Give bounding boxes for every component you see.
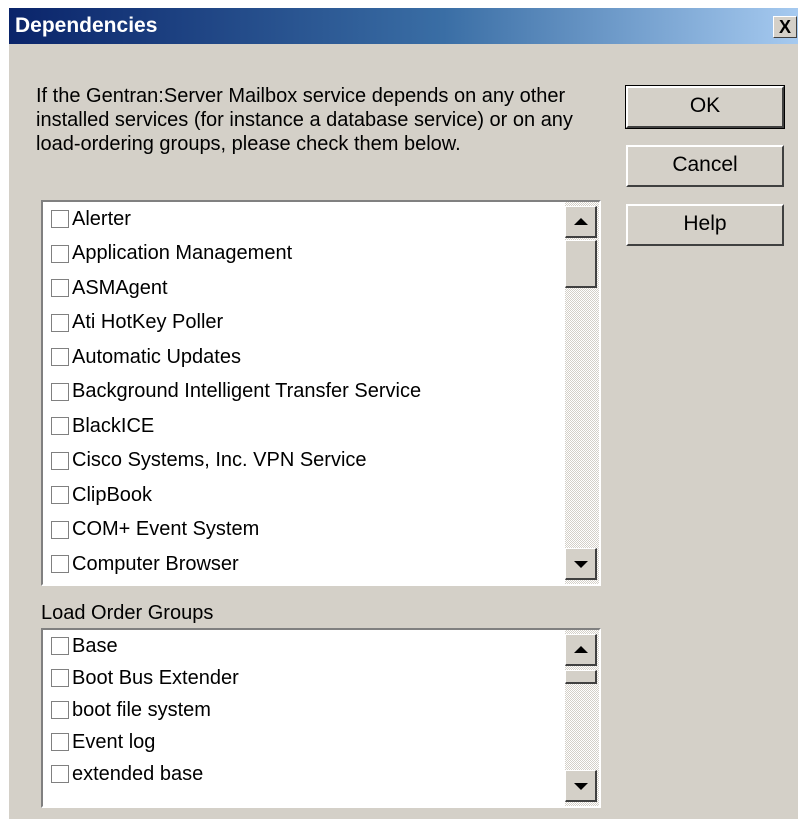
ok-button[interactable]: OK — [625, 85, 785, 129]
list-item[interactable]: Automatic Updates — [43, 340, 563, 375]
checkbox[interactable] — [51, 382, 69, 401]
list-item[interactable]: Background Intelligent Transfer Service — [43, 375, 563, 410]
list-item-label: Base — [72, 634, 118, 657]
checkbox[interactable] — [51, 637, 69, 655]
list-item-label: ClipBook — [72, 483, 153, 506]
list-item[interactable]: Event log — [43, 726, 563, 758]
load-order-groups-list: Base Boot Bus Extender boot file system Eve… — [43, 630, 563, 790]
list-item[interactable]: Alerter — [43, 202, 563, 237]
list-item[interactable]: BlackICE — [43, 409, 563, 444]
list-item-label: Application Management — [72, 242, 293, 265]
dependencies-dialog: Dependencies X If the Gentran:Server Mai… — [8, 8, 798, 819]
chevron-up-icon — [573, 217, 588, 225]
checkbox[interactable] — [51, 279, 69, 298]
checkbox[interactable] — [51, 701, 69, 719]
load-order-groups-listbox[interactable]: Base Boot Bus Extender boot file system Eve… — [41, 628, 601, 808]
list-item-label: Background Intelligent Transfer Service — [72, 380, 422, 403]
list-item-label: Boot Bus Extender — [72, 666, 239, 689]
list-item-label: BlackICE — [72, 414, 155, 437]
window-title: Dependencies — [15, 14, 158, 37]
checkbox[interactable] — [51, 451, 69, 470]
instructions-text: If the Gentran:Server Mailbox service de… — [36, 85, 573, 155]
scroll-down-button[interactable] — [565, 548, 597, 580]
list-item-label: Cisco Systems, Inc. VPN Service — [72, 449, 367, 472]
list-item[interactable]: extended base — [43, 758, 563, 790]
services-list: Alerter Application Management ASMAgent Ati… — [43, 202, 563, 582]
scroll-thumb[interactable] — [565, 670, 597, 684]
services-scrollbar[interactable] — [565, 202, 599, 584]
list-item-label: ASMAgent — [72, 276, 168, 299]
list-item[interactable]: ClipBook — [43, 478, 563, 513]
list-item[interactable]: boot file system — [43, 694, 563, 726]
cancel-button[interactable]: Cancel — [626, 145, 784, 187]
checkbox[interactable] — [51, 244, 69, 263]
checkbox[interactable] — [51, 417, 69, 436]
checkbox[interactable] — [51, 765, 69, 783]
checkbox[interactable] — [51, 486, 69, 505]
groups-scrollbar[interactable] — [565, 630, 599, 806]
checkbox[interactable] — [51, 348, 69, 367]
list-item[interactable]: Cisco Systems, Inc. VPN Service — [43, 444, 563, 479]
checkbox[interactable] — [51, 210, 69, 229]
checkbox[interactable] — [51, 520, 69, 539]
list-item[interactable]: Computer Browser — [43, 547, 563, 582]
load-order-groups-label: Load Order Groups — [41, 602, 214, 624]
list-item[interactable]: COM+ Event System — [43, 513, 563, 548]
title-bar: Dependencies X — [9, 8, 798, 44]
list-item[interactable]: Base — [43, 630, 563, 662]
list-item[interactable]: Boot Bus Extender — [43, 662, 563, 694]
list-item-label: Alerter — [72, 207, 131, 230]
close-icon: X — [778, 17, 791, 37]
list-item-label: Computer Browser — [72, 552, 239, 575]
services-listbox[interactable]: Alerter Application Management ASMAgent Ati… — [41, 200, 601, 586]
close-button[interactable]: X — [773, 16, 797, 38]
list-item-label: extended base — [72, 762, 204, 785]
chevron-up-icon — [573, 645, 588, 653]
list-item[interactable]: ASMAgent — [43, 271, 563, 306]
scroll-thumb[interactable] — [565, 240, 597, 288]
checkbox[interactable] — [51, 669, 69, 687]
checkbox[interactable] — [51, 555, 69, 574]
chevron-down-icon — [573, 560, 588, 568]
scroll-down-button[interactable] — [565, 770, 597, 802]
scroll-up-button[interactable] — [565, 206, 597, 238]
list-item-label: Automatic Updates — [72, 345, 241, 368]
help-button[interactable]: Help — [626, 204, 784, 246]
checkbox[interactable] — [51, 313, 69, 332]
list-item-label: Ati HotKey Poller — [72, 311, 224, 334]
chevron-down-icon — [573, 782, 588, 790]
list-item[interactable]: Ati HotKey Poller — [43, 306, 563, 341]
list-item-label: boot file system — [72, 698, 211, 721]
checkbox[interactable] — [51, 733, 69, 751]
list-item-label: COM+ Event System — [72, 518, 260, 541]
scroll-up-button[interactable] — [565, 634, 597, 666]
list-item-label: Event log — [72, 730, 156, 753]
list-item[interactable]: Application Management — [43, 237, 563, 272]
